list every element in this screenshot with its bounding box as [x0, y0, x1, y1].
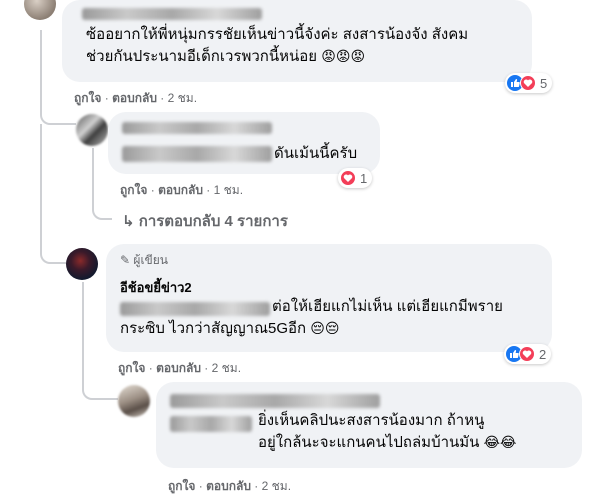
reaction-count: 5: [540, 75, 548, 91]
angry-emoji: 😡😡😡: [321, 49, 366, 65]
blurred-text: [122, 146, 272, 162]
reply-link[interactable]: ตอบกลับ: [156, 361, 201, 375]
tears-of-joy-emoji: 😂😂: [483, 435, 517, 451]
blurred-author-name: [122, 122, 272, 134]
like-link[interactable]: ถูกใจ: [118, 361, 145, 375]
comment-text: ซ้ออยากให้พี่หนุ่มกรรชัยเห็นข่าวนี้จังค่…: [86, 26, 469, 65]
reply-arrow-icon: ↳: [122, 213, 135, 230]
comment-actions: ถูกใจ · ตอบกลับ · 2 ชม.: [168, 479, 292, 493]
pen-icon: ✎: [120, 253, 131, 267]
timestamp[interactable]: 2 ชม.: [262, 479, 291, 493]
comment-bubble: ยิ่งเห็นคลิปนะสงสารน้องมาก ถ้าหนู อยู่ใก…: [156, 382, 582, 468]
like-link[interactable]: ถูกใจ: [74, 91, 101, 105]
avatar[interactable]: [66, 248, 98, 280]
reaction-summary[interactable]: 2: [504, 344, 552, 364]
comment-text: ยิ่งเห็นคลิปนะสงสารน้องมาก ถ้าหนู อยู่ใก…: [258, 412, 517, 451]
comment-text: ต่อให้เฮียแกไม่เห็น แต่เฮียแกมีพราย กระซ…: [120, 298, 503, 337]
avatar[interactable]: [118, 385, 150, 417]
reply-link[interactable]: ตอบกลับ: [158, 183, 203, 197]
comment-actions: ถูกใจ · ตอบกลับ · 2 ชม.: [118, 361, 242, 375]
author-badge: ✎ ผู้เขียน: [120, 253, 168, 267]
timestamp[interactable]: 2 ชม.: [212, 361, 241, 375]
blurred-author-name: [170, 394, 380, 408]
reaction-count: 1: [360, 170, 368, 186]
comment-bubble: ✎ ผู้เขียน อีช้อขยี้ข่าว2 ต่อให้เฮียแกไม…: [106, 244, 552, 352]
reaction-summary[interactable]: 5: [505, 73, 553, 93]
comment-text: ดันเม้นนี้ครับ: [274, 145, 358, 162]
reaction-summary[interactable]: 1: [338, 168, 373, 188]
blurred-author-name: [82, 8, 262, 20]
reaction-count: 2: [539, 346, 547, 362]
timestamp[interactable]: 2 ชม.: [168, 91, 197, 105]
love-icon: [519, 346, 535, 362]
comment-bubble: ดันเม้นนี้ครับ: [108, 112, 380, 174]
thread-line: [40, 124, 66, 264]
view-replies-link[interactable]: ↳ การตอบกลับ 4 รายการ: [122, 209, 288, 233]
comment-bubble: ซ้ออยากให้พี่หนุ่มกรรชัยเห็นข่าวนี้จังค่…: [62, 0, 532, 82]
thread-line: [40, 30, 76, 125]
pensive-emoji: 😔😔: [310, 321, 340, 337]
love-icon: [340, 170, 356, 186]
avatar[interactable]: [76, 114, 108, 146]
thread-line: [92, 148, 112, 220]
comment-actions: ถูกใจ · ตอบกลับ · 2 ชม.: [74, 91, 198, 105]
like-link[interactable]: ถูกใจ: [120, 183, 147, 197]
author-name[interactable]: อีช้อขยี้ข่าว2: [120, 277, 192, 298]
avatar[interactable]: [24, 0, 56, 20]
thread-line: [82, 282, 118, 400]
timestamp[interactable]: 1 ชม.: [214, 183, 243, 197]
like-link[interactable]: ถูกใจ: [168, 479, 195, 493]
comment-actions: ถูกใจ · ตอบกลับ · 1 ชม.: [120, 183, 244, 197]
reply-link[interactable]: ตอบกลับ: [206, 479, 251, 493]
love-icon: [520, 75, 536, 91]
reply-link[interactable]: ตอบกลับ: [112, 91, 157, 105]
